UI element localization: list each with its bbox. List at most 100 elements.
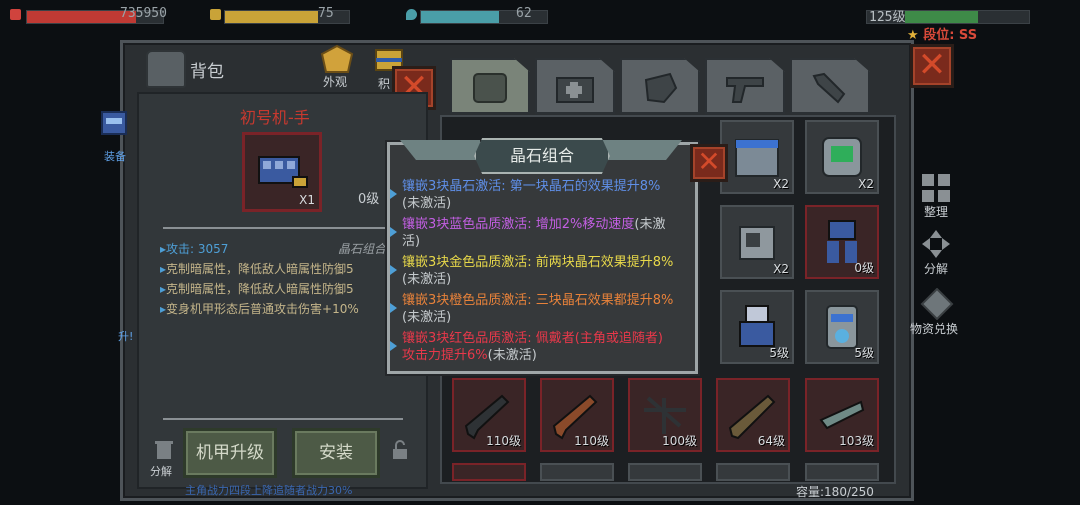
device-icon: [822, 137, 862, 177]
combo-effect-text: 镶嵌3块金色品质激活: 前两块晶石效果提升8%: [402, 255, 674, 270]
module-icon: [739, 226, 775, 260]
install-button[interactable]: 安装: [292, 428, 380, 478]
inventory-slot[interactable]: 64级: [716, 378, 790, 452]
inventory-slot[interactable]: 100级: [628, 378, 702, 452]
stat-line-text: 变身机甲形态后普通攻击伤害+10%: [166, 302, 359, 316]
pistol-icon: [726, 77, 764, 103]
inventory-slot[interactable]: [540, 463, 614, 481]
inventory-slot[interactable]: 103级: [805, 378, 879, 452]
wrench-icon: [812, 72, 846, 104]
upgrade-side-label: 升!: [118, 330, 134, 343]
mech-level: 0级: [358, 192, 380, 207]
sort-button[interactable]: 整理: [920, 172, 960, 220]
combo-status: (未激活): [402, 196, 452, 211]
inventory-slot[interactable]: 0级: [805, 205, 879, 279]
split-arrows-icon: [922, 230, 950, 258]
inventory-slot[interactable]: [805, 463, 879, 481]
mech-count: X1: [299, 193, 315, 207]
exchange-button[interactable]: 物资兑换: [910, 288, 966, 338]
diamond-icon: [920, 288, 954, 320]
bullet-icon: [390, 227, 397, 237]
inventory-slot[interactable]: [716, 463, 790, 481]
equip-button[interactable]: 装备: [96, 108, 136, 163]
points-label: 积: [378, 77, 391, 91]
inventory-slot[interactable]: [452, 463, 526, 481]
mech-name: 初号机-手: [240, 108, 310, 127]
hp-value: 735950: [120, 6, 167, 21]
combo-status: (未激活): [487, 348, 537, 363]
slot-count: X2: [773, 177, 789, 191]
window-close-button[interactable]: ✕: [910, 44, 954, 88]
level-label: 125级: [869, 10, 906, 25]
discard-label: 分解: [150, 465, 172, 478]
combo-line: 镶嵌3块金色品质激活: 前两块晶石效果提升8% (未激活): [390, 254, 674, 288]
bullet-icon: [390, 189, 397, 199]
armor-icon: [320, 44, 354, 73]
robot-head-icon: [101, 111, 127, 135]
rank-badge: ★ 段位: SS: [907, 24, 977, 43]
inventory-slot[interactable]: X2: [720, 120, 794, 194]
water-bar: 62: [406, 6, 548, 24]
bullet-icon: [390, 341, 397, 351]
mech-upgrade-button[interactable]: 机甲升级: [183, 428, 277, 478]
combo-effect-text: 镶嵌3块橙色品质激活: 三块晶石效果都提升8%: [402, 293, 674, 308]
tab-backpack[interactable]: [450, 58, 530, 114]
popup-title: 晶石组合: [474, 138, 610, 174]
backpack-tab-icon: [473, 73, 507, 103]
tab-tools[interactable]: [790, 58, 870, 114]
stat-line-text: 克制暗属性，降低敌人暗属性防御5: [166, 282, 354, 296]
level-bar: 125级: [866, 7, 1030, 25]
rank-label: 段位: SS: [923, 28, 978, 43]
inventory-slot[interactable]: 110级: [540, 378, 614, 452]
bullet-icon: [390, 265, 397, 275]
medkit-icon: [556, 77, 594, 103]
lock-icon[interactable]: [390, 440, 410, 460]
heart-icon: [10, 9, 21, 20]
combo-status: (未激活): [402, 272, 452, 287]
inventory-slot[interactable]: 110级: [452, 378, 526, 452]
slot-level: 110级: [486, 434, 521, 448]
combo-effect-text: 镶嵌3块蓝色品质激活: 增加2%移动速度: [402, 217, 635, 232]
slot-level: 0级: [854, 261, 874, 275]
slot-level: 110级: [574, 434, 609, 448]
combo-status: (未激活): [402, 310, 452, 325]
decompose-button[interactable]: 分解: [920, 228, 960, 278]
inventory-slot[interactable]: X2: [720, 205, 794, 279]
backpack-title: 背包: [190, 62, 224, 82]
slot-level: 64级: [757, 434, 785, 448]
exchange-label: 物资兑换: [910, 322, 959, 336]
glove-icon: [644, 72, 678, 104]
water-value: 62: [516, 6, 532, 21]
discard-button[interactable]: 分解: [150, 440, 176, 478]
capacity-label: 容量:180/250: [796, 485, 874, 499]
slot-count: X2: [773, 262, 789, 276]
tab-medkit[interactable]: [535, 58, 615, 114]
inventory-slot[interactable]: X2: [805, 120, 879, 194]
combo-line: 镶嵌3块晶石激活: 第一块晶石的效果提升8% (未激活): [390, 178, 674, 212]
slot-level: 100级: [662, 434, 697, 448]
tab-weapons[interactable]: [705, 58, 785, 114]
popup-close-button[interactable]: ✕: [690, 144, 728, 182]
trash-icon: [155, 441, 173, 459]
slot-level: 5级: [854, 346, 874, 360]
mech-hand-icon: [258, 156, 308, 188]
backpack-icon: [146, 50, 186, 88]
decompose-label: 分解: [924, 262, 949, 276]
combo-line: 镶嵌3块橙色品质激活: 三块晶石效果都提升8% (未激活): [390, 292, 674, 326]
stat-line: ▸克制暗属性，降低敌人暗属性防御5: [160, 282, 354, 296]
combo-line: 镶嵌3块红色品质激活: 佩戴者(主角或追随者)攻击力提升6%(未激活): [390, 330, 674, 364]
energy-bar: 75: [210, 6, 350, 24]
bullet-icon: [390, 303, 397, 313]
inventory-slot[interactable]: 5级: [720, 290, 794, 364]
hp-bar: 735950: [10, 6, 167, 24]
appearance-button[interactable]: 外观: [320, 44, 354, 89]
bottom-hint: 主角战力四段上降追随者战力30%: [185, 484, 353, 497]
tab-gloves[interactable]: [620, 58, 700, 114]
inventory-slot[interactable]: [628, 463, 702, 481]
inventory-slot[interactable]: 5级: [805, 290, 879, 364]
mech-item-slot[interactable]: X1: [242, 132, 322, 212]
stat-attack-text: 攻击: 3057: [166, 242, 229, 256]
stat-line-text: 克制暗属性，降低敌人暗属性防御5: [166, 262, 354, 276]
divider: [163, 227, 403, 229]
stat-attack: ▸攻击: 3057: [160, 242, 229, 256]
